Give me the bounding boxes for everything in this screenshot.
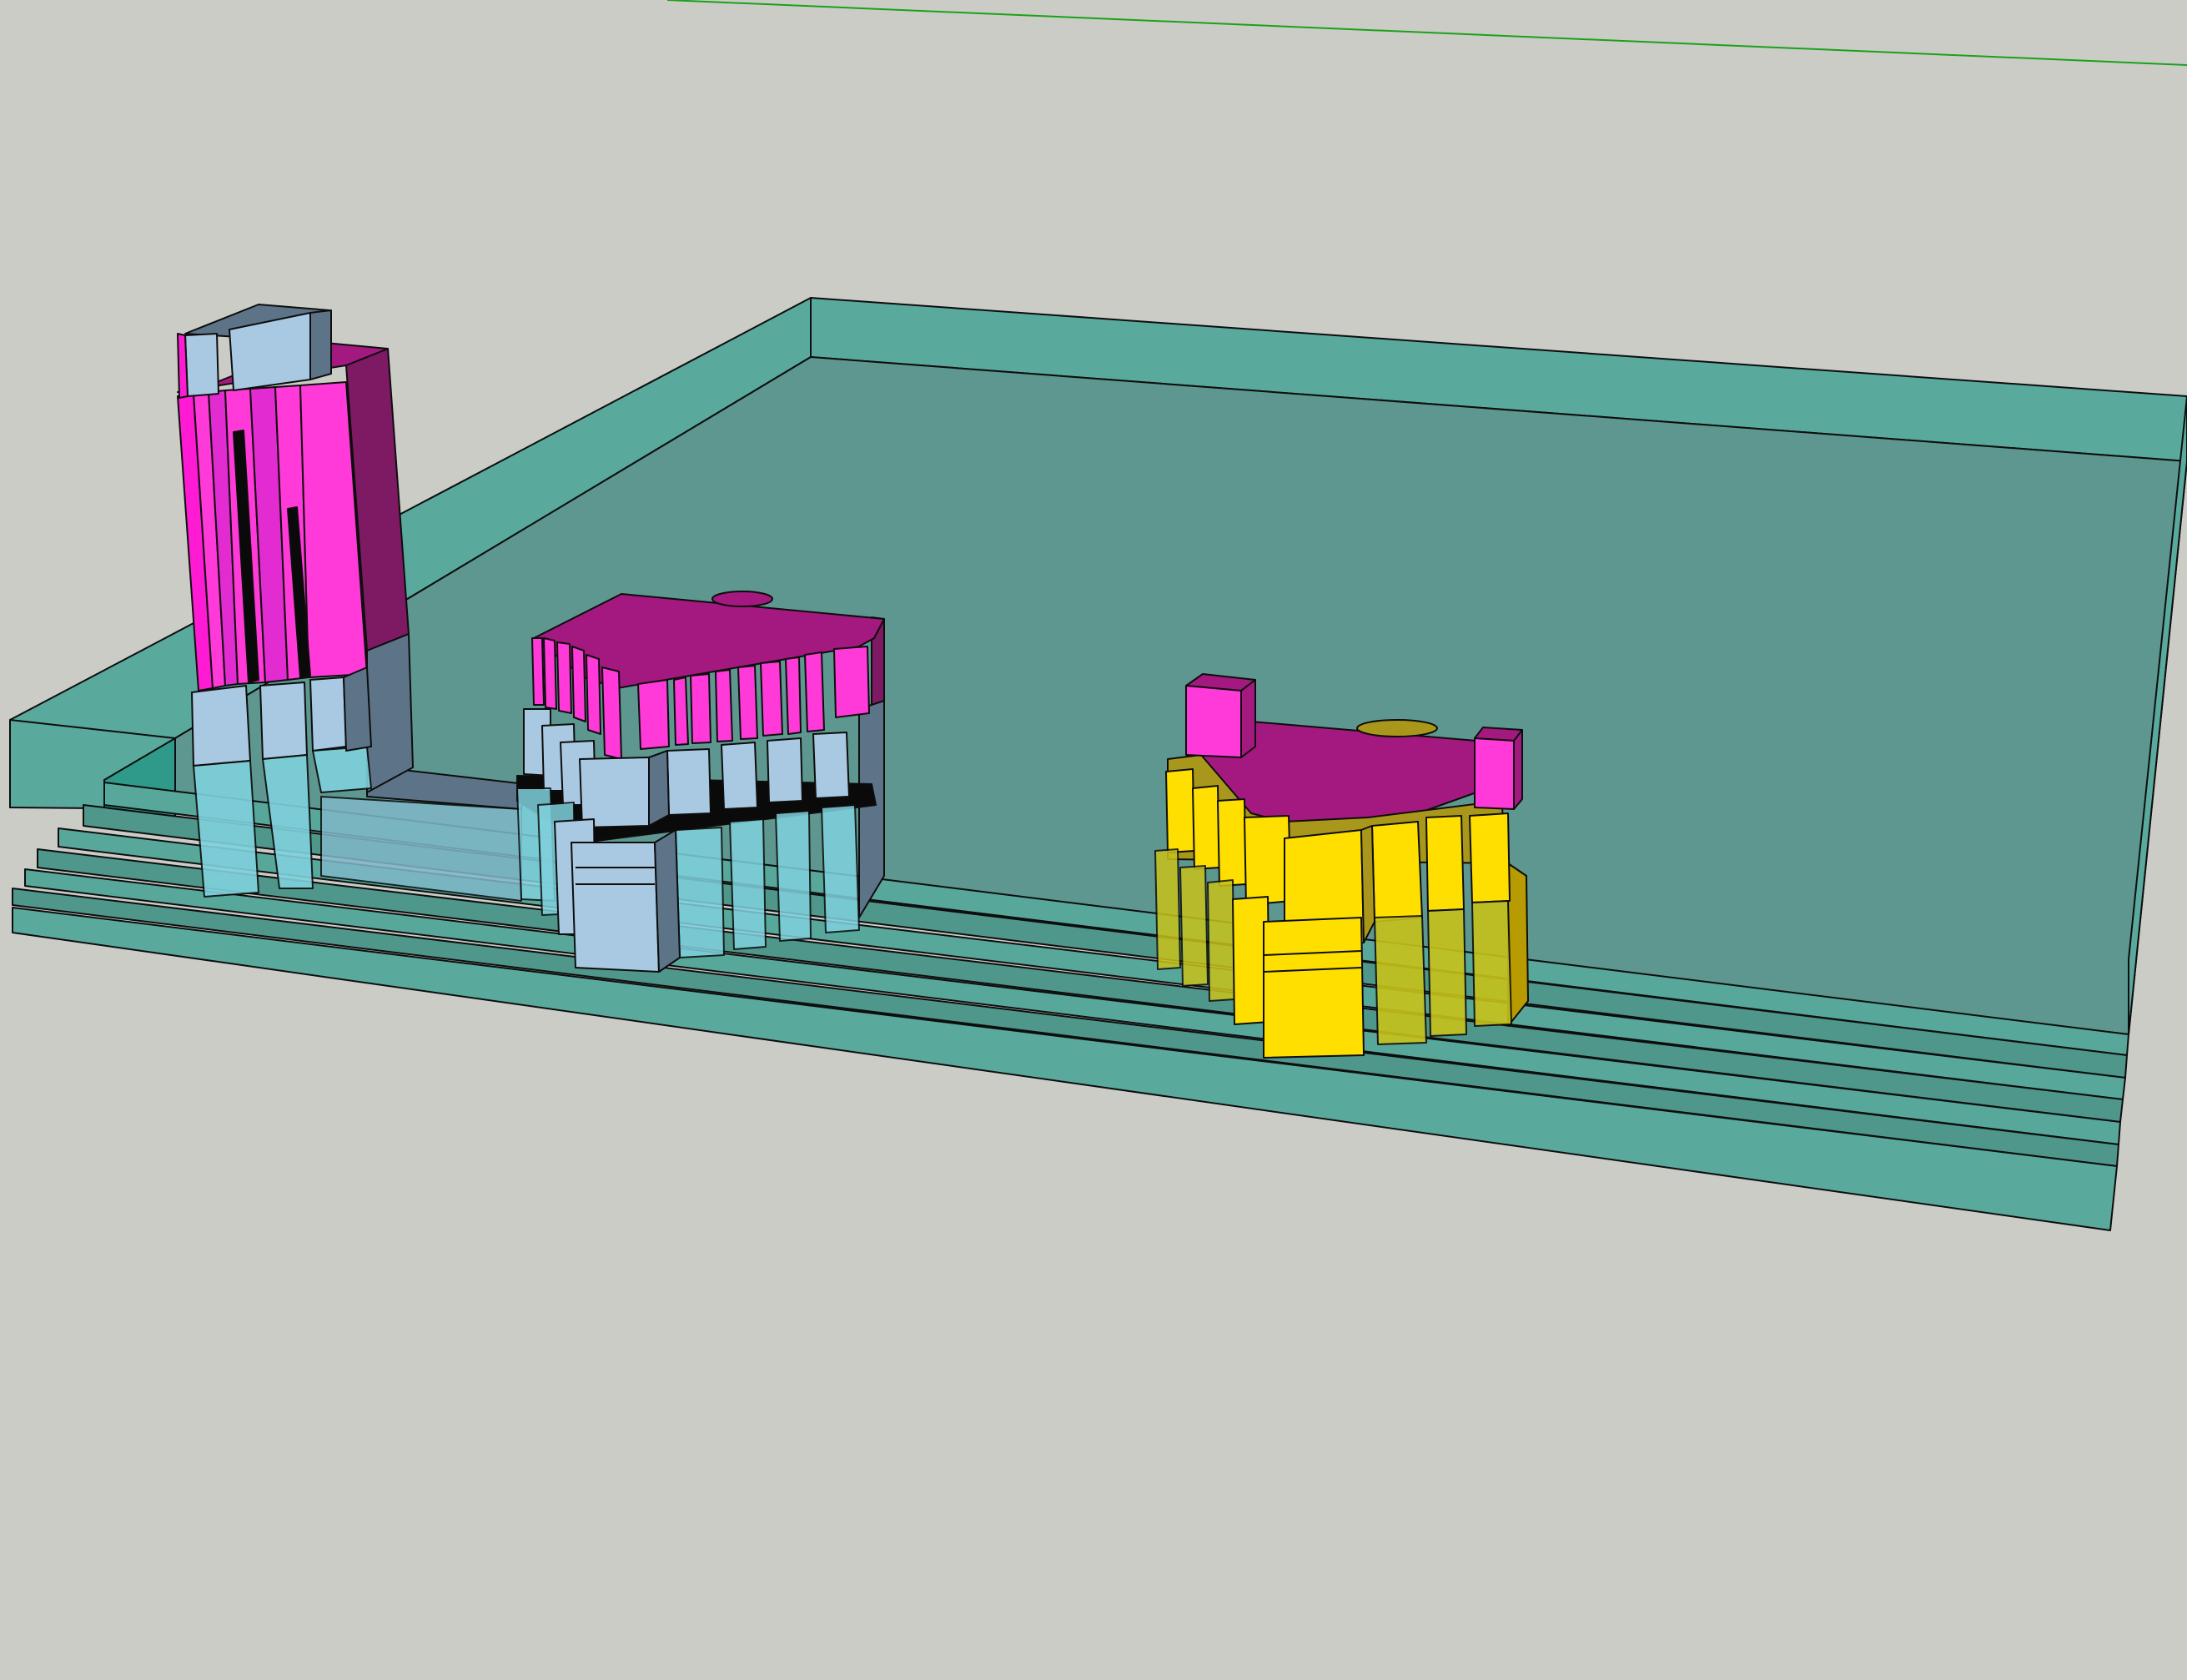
right-pink-cap-front-right: [1474, 737, 1515, 810]
green-axis-line: [666, 0, 2187, 66]
right-block-lower-3: [1207, 879, 1235, 1002]
center-rib-3: [556, 641, 572, 714]
right-block-lower-2: [1179, 865, 1209, 987]
right-pink-cap-side-right: [1513, 729, 1523, 810]
center-block-upper-8: [812, 732, 850, 799]
right-block-yellow-7: [1425, 815, 1465, 912]
center-block-lower-side: [654, 829, 681, 973]
tower-base-side: [343, 666, 372, 752]
center-rib-12: [760, 661, 783, 737]
center-rib-10: [715, 669, 733, 742]
center-block-lower-8: [821, 804, 860, 933]
center-rib-1: [531, 637, 545, 706]
right-block-yellow-8: [1469, 812, 1511, 903]
tower-base-1: [191, 685, 251, 767]
center-rib-14: [804, 651, 825, 732]
center-rib-4: [571, 646, 586, 722]
center-block-lower-6: [729, 818, 767, 950]
tower-base-6: [312, 746, 372, 793]
tower-cap-small: [184, 333, 219, 397]
right-block-top-knob: [1356, 719, 1438, 737]
tower-base-5: [309, 677, 347, 752]
center-rib-13: [785, 656, 802, 735]
center-rib-15: [833, 646, 870, 718]
center-rib-5: [586, 654, 601, 735]
scene-canvas[interactable]: [0, 0, 2187, 1680]
right-block-yellow-6: [1371, 821, 1423, 923]
center-rib-11: [737, 665, 758, 740]
center-top-knob: [711, 591, 773, 607]
center-rib-8: [673, 677, 689, 746]
right-block-lower-6: [1374, 915, 1427, 1045]
center-block-lower-7: [775, 810, 812, 942]
right-block-yellow-3: [1217, 798, 1247, 887]
right-pink-cap-side-left: [1240, 679, 1256, 758]
center-block-upper-5: [666, 748, 711, 816]
right-block-yellow-2: [1192, 785, 1220, 870]
center-rib-9: [690, 673, 711, 744]
tower-base-2: [193, 760, 259, 898]
right-block-lower-5: [1263, 917, 1365, 1059]
tower-cap-side: [309, 309, 332, 380]
center-rib-2: [543, 637, 557, 710]
center-rib-6: [601, 666, 622, 760]
right-block-yellow-1: [1165, 768, 1195, 853]
center-block-lower-5: [675, 827, 725, 958]
center-block-upper-side: [648, 750, 670, 827]
tower-base-3: [259, 682, 308, 760]
center-block-upper-4: [579, 757, 650, 828]
right-block-lower-7: [1427, 908, 1467, 1037]
center-block-lower-4: [571, 842, 660, 973]
right-pink-cap-front-left: [1185, 685, 1242, 758]
right-block-yellow-side: [1360, 825, 1375, 943]
center-rib-7: [637, 679, 670, 750]
tower-cap-pink-edge: [177, 333, 189, 399]
stepped-block-model-center[interactable]: [516, 591, 885, 973]
right-block-lower-1: [1154, 848, 1181, 970]
center-block-upper-7: [767, 737, 803, 803]
right-block-lower-8: [1471, 900, 1512, 1027]
3d-modeling-viewport[interactable]: [0, 0, 2187, 1680]
center-block-upper-6: [721, 742, 758, 810]
tower-base-dark-side: [366, 633, 414, 793]
connector-bar-face: [320, 796, 522, 902]
